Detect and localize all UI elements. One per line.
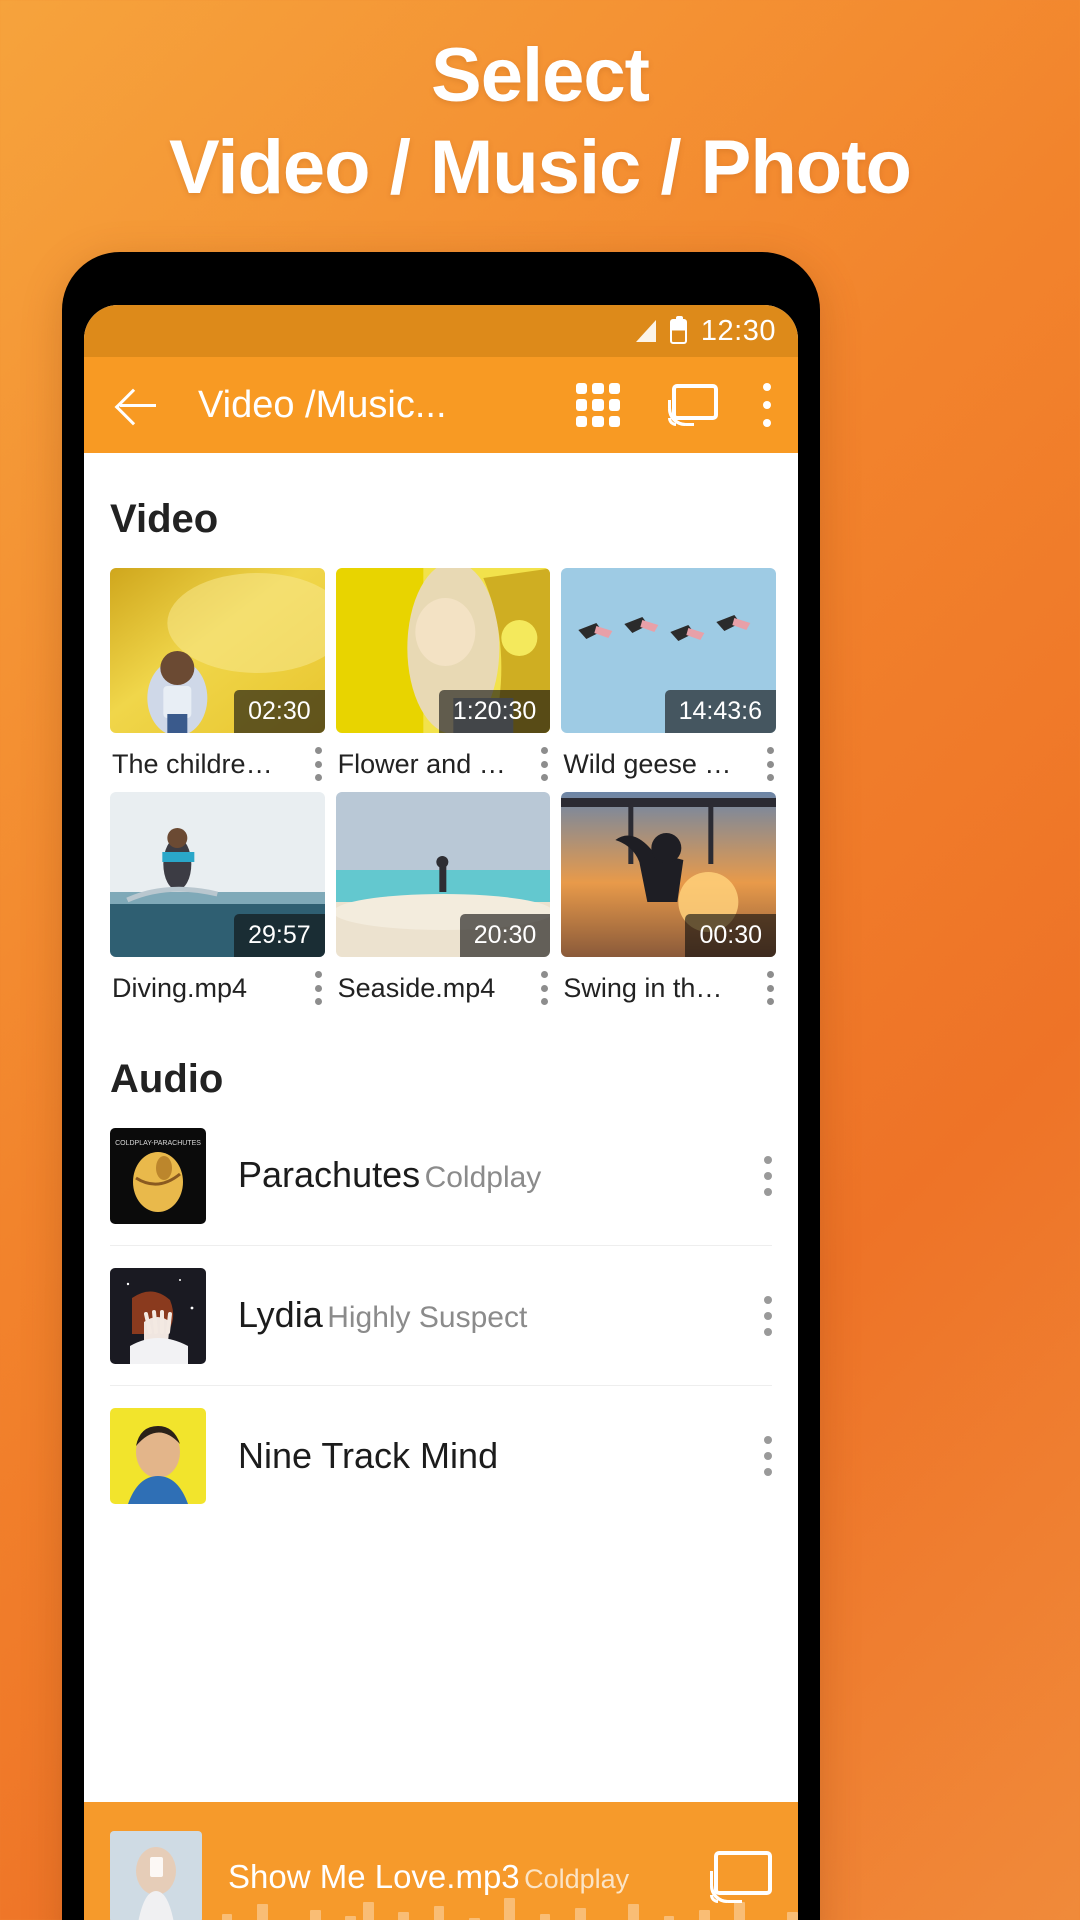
video-meta: Swing in the ... (561, 957, 776, 1005)
cast-icon[interactable] (668, 384, 718, 426)
overflow-menu-icon[interactable] (766, 747, 774, 781)
cast-icon[interactable] (710, 1851, 772, 1903)
video-meta: Flower and gi... (336, 733, 551, 781)
album-cover (110, 1267, 206, 1364)
content-area[interactable]: Video 02:30 The children ... 1:20:30 Flo… (84, 453, 798, 1920)
video-thumbnail[interactable]: 00:30 (561, 792, 776, 957)
overflow-menu-icon[interactable] (762, 383, 772, 427)
video-thumbnail[interactable]: 14:43:6 (561, 568, 776, 733)
video-item[interactable]: 14:43:6 Wild geese in... (561, 568, 776, 781)
mini-player-content: Show Me Love.mp3 Coldplay (84, 1802, 798, 1920)
promo-headline-line-2: Video / Music / Photo (169, 125, 912, 210)
status-bar-clock: 12:30 (700, 314, 776, 347)
audio-text: Nine Track Mind (238, 1434, 732, 1479)
video-duration: 14:43:6 (664, 690, 776, 733)
audio-artist: Highly Suspect (327, 1301, 528, 1334)
video-duration: 00:30 (685, 914, 776, 957)
phone-screen: 12:30 Video /Music... Video 02:30 The ch… (84, 305, 798, 1920)
video-title: Diving.mp4 (112, 972, 248, 1003)
list-item[interactable]: Nine Track Mind (110, 1386, 772, 1526)
grid-view-icon[interactable] (576, 383, 620, 427)
list-item[interactable]: Lydia Highly Suspect (110, 1246, 772, 1386)
overflow-menu-icon[interactable] (315, 747, 323, 781)
app-bar: Video /Music... (84, 357, 798, 453)
video-item[interactable]: 20:30 Seaside.mp4 (335, 792, 551, 1005)
overflow-menu-icon[interactable] (764, 1436, 772, 1476)
video-grid: 02:30 The children ... 1:20:30 Flower an… (84, 542, 798, 1005)
audio-title: Parachutes (238, 1154, 421, 1195)
promo-headline-line-1: Select (431, 33, 650, 118)
svg-text:COLDPLAY-PARACHUTES: COLDPLAY-PARACHUTES (115, 1140, 201, 1147)
status-bar: 12:30 (84, 305, 798, 357)
video-meta: Diving.mp4 (110, 957, 325, 1005)
app-bar-title: Video /Music... (198, 383, 447, 426)
video-item[interactable]: 00:30 Swing in the ... (561, 792, 776, 1005)
back-arrow-icon[interactable] (110, 377, 166, 433)
audio-section-heading: Audio (110, 1057, 224, 1101)
video-item[interactable]: 29:57 Diving.mp4 (110, 792, 325, 1005)
now-playing-title: Show Me Love.mp3 (228, 1858, 520, 1895)
video-thumbnail[interactable]: 20:30 (335, 792, 551, 957)
audio-text: Parachutes Coldplay (238, 1153, 732, 1198)
overflow-menu-icon[interactable] (764, 1155, 772, 1196)
now-playing-cover (110, 1831, 202, 1920)
video-item[interactable]: 1:20:30 Flower and gi... (335, 568, 551, 781)
video-title: Wild geese in... (563, 748, 734, 779)
video-title: Swing in the ... (563, 972, 734, 1003)
video-duration: 02:30 (234, 690, 325, 733)
video-duration: 20:30 (459, 914, 551, 957)
overflow-menu-icon[interactable] (540, 747, 548, 781)
album-cover (110, 1408, 206, 1504)
video-thumbnail[interactable]: 1:20:30 (335, 568, 551, 733)
video-section-heading: Video (110, 497, 219, 541)
video-title: Seaside.mp4 (337, 972, 496, 1003)
video-item[interactable]: 02:30 The children ... (110, 568, 325, 781)
overflow-menu-icon[interactable] (540, 971, 548, 1005)
audio-title: Lydia (238, 1294, 323, 1335)
now-playing-artist: Coldplay (524, 1864, 630, 1894)
video-title: Flower and gi... (337, 748, 508, 779)
audio-text: Lydia Highly Suspect (238, 1293, 732, 1338)
audio-title: Nine Track Mind (238, 1434, 499, 1476)
signal-triangle-icon (635, 320, 656, 342)
video-duration: 1:20:30 (438, 690, 551, 733)
album-cover: COLDPLAY-PARACHUTES (110, 1127, 206, 1224)
now-playing-text: Show Me Love.mp3 Coldplay (228, 1856, 684, 1898)
promo-headline: Select Video / Music / Photo (0, 30, 1080, 214)
video-duration: 29:57 (234, 914, 325, 957)
audio-artist: Coldplay (424, 1161, 542, 1194)
video-title: The children ... (112, 748, 282, 779)
phone-mockup: 12:30 Video /Music... Video 02:30 The ch… (62, 252, 820, 1920)
overflow-menu-icon[interactable] (315, 971, 323, 1005)
video-thumbnail[interactable]: 02:30 (110, 568, 325, 733)
video-meta: The children ... (110, 733, 325, 781)
overflow-menu-icon[interactable] (766, 971, 774, 1005)
list-item[interactable]: COLDPLAY-PARACHUTES Parachutes Coldplay (110, 1106, 772, 1246)
mini-player-bar[interactable]: Show Me Love.mp3 Coldplay (84, 1802, 798, 1920)
video-meta: Wild geese in... (561, 733, 776, 781)
video-thumbnail[interactable]: 29:57 (110, 792, 325, 957)
audio-list: COLDPLAY-PARACHUTES Parachutes Coldplay (84, 1102, 798, 1526)
overflow-menu-icon[interactable] (764, 1295, 772, 1336)
battery-icon (669, 315, 687, 344)
video-meta: Seaside.mp4 (336, 957, 551, 1005)
